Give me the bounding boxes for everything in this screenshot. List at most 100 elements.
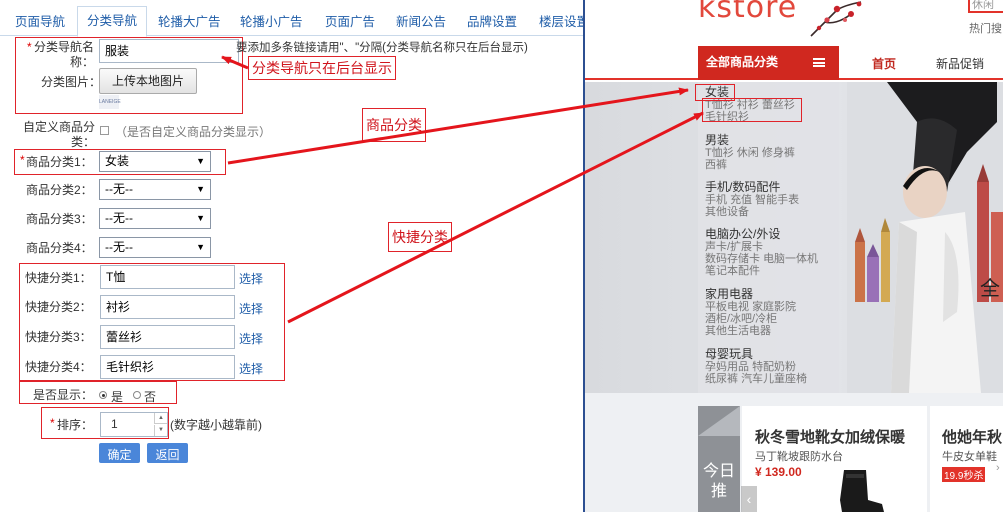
tab-page-nav[interactable]: 页面导航 [15, 9, 65, 36]
subcategory-link[interactable]: 充值 [730, 194, 752, 206]
category-title[interactable]: 手机/数码配件 [705, 181, 799, 194]
quick1-input[interactable]: T恤 [100, 265, 235, 289]
product-title[interactable]: 他她年秋 [942, 426, 1002, 447]
quick-category-annotation: 快捷分类 [388, 222, 452, 252]
category4-value: --无-- [105, 240, 133, 254]
category-title[interactable]: 男装 [705, 134, 795, 147]
plum-blossom-decoration [810, 1, 862, 37]
subcategory-link[interactable]: 智能手表 [755, 194, 799, 206]
confirm-button[interactable]: 确定 [99, 443, 140, 463]
store-preview: kstore 休闲 热门搜 全部商品分类 首页 新品促销 全 女装 T恤衫 衬衫… [585, 0, 1003, 512]
category4-select[interactable]: --无-- ▼ [99, 237, 211, 258]
subcategory-link[interactable]: 家庭影院 [752, 301, 796, 313]
subcategory-link[interactable]: 孕妈用品 [705, 361, 749, 373]
subcategory-link[interactable]: 数码存储卡 [705, 253, 760, 265]
category2-value: --无-- [105, 182, 133, 196]
category-title[interactable]: 家用电器 [705, 288, 796, 301]
nav-name-label: 分类导航名称： [34, 40, 95, 69]
subcategory-link[interactable]: 平板电视 [705, 301, 749, 313]
display-yes-radio[interactable] [99, 391, 107, 399]
category-group-baby[interactable]: 母婴玩具 孕妈用品 特配奶粉 纸尿裤 汽车儿童座椅 [705, 348, 807, 386]
sort-stepper[interactable]: 1 ▲ ▼ [100, 412, 168, 437]
nav-name-input[interactable]: 服装 [99, 39, 239, 63]
back-button[interactable]: 返回 [147, 443, 188, 463]
subcategory-link[interactable]: 酒柜/冰吧/冷柜 [705, 313, 777, 325]
subcategory-link[interactable]: 特配奶粉 [752, 361, 796, 373]
quick4-choose-link[interactable]: 选择 [239, 360, 263, 377]
all-categories-button[interactable]: 全部商品分类 [698, 46, 839, 80]
boot-image [840, 470, 884, 512]
tab-big-carousel[interactable]: 轮播大广告 [158, 9, 221, 36]
stepper-up-icon[interactable]: ▲ [154, 413, 167, 424]
image-label: 分类图片： [41, 75, 102, 89]
tab-news[interactable]: 新闻公告 [396, 9, 446, 36]
quick3-input[interactable]: 蕾丝衫 [100, 325, 235, 349]
custom-category-hint: （是否自定义商品分类显示） [115, 125, 272, 139]
subcategory-link[interactable]: 手机 [705, 194, 727, 206]
category2-label: 商品分类2： [26, 183, 93, 197]
product-title[interactable]: 秋冬雪地靴女加绒保暖 [755, 426, 905, 447]
subcategory-link[interactable]: 电脑一体机 [763, 253, 818, 265]
product-card-1[interactable]: 秋冬雪地靴女加绒保暖 马丁靴坡跟防水台 ¥ 139.00 [742, 406, 927, 512]
tab-floor[interactable]: 楼层设置 [539, 9, 583, 36]
tab-small-carousel[interactable]: 轮播小广告 [240, 9, 303, 36]
category-image-thumbnail: LANEIGE [99, 95, 121, 109]
category-group-men[interactable]: 男装 T恤衫 休闲 修身裤 西裤 [705, 134, 795, 172]
category-panel: 女装 T恤衫 衬衫 蕾丝衫 毛针织衫 男装 T恤衫 休闲 修身裤 西裤 手机/数… [698, 82, 839, 393]
subcategory-link[interactable]: 汽车儿童座椅 [741, 373, 807, 385]
subcategory-link[interactable]: 其他生活电器 [705, 325, 771, 337]
upload-image-button[interactable]: 上传本地图片 [99, 68, 197, 94]
nav-promo-link[interactable]: 新品促销 [936, 55, 984, 72]
category3-value: --无-- [105, 211, 133, 225]
chevron-down-icon: ▼ [196, 184, 205, 194]
nav-name-annotation: 分类导航只在后台显示 [248, 56, 396, 80]
women-quick-highlight-box [702, 98, 802, 122]
quick1-label: 快捷分类1： [25, 271, 92, 285]
category2-select[interactable]: --无-- ▼ [99, 179, 211, 200]
display-no-radio[interactable] [133, 391, 141, 399]
subcategory-link[interactable]: T恤衫 [705, 147, 734, 159]
subcategory-link[interactable]: 声卡/扩展卡 [705, 241, 763, 253]
all-categories-label: 全部商品分类 [706, 55, 779, 69]
category-group-computers[interactable]: 电脑办公/外设 声卡/扩展卡 数码存储卡 电脑一体机 笔记本配件 [705, 228, 818, 278]
tab-page-ads[interactable]: 页面广告 [325, 9, 375, 36]
quick1-choose-link[interactable]: 选择 [239, 270, 263, 287]
subcategory-link[interactable]: 西裤 [705, 159, 727, 171]
category3-label: 商品分类3： [26, 212, 93, 226]
product-category-annotation: 商品分类 [362, 108, 426, 142]
subcategory-link[interactable]: 修身裤 [762, 147, 795, 159]
subcategory-link[interactable]: 休闲 [737, 147, 759, 159]
quick2-input[interactable]: 衬衫 [100, 295, 235, 319]
subcategory-link[interactable]: 其他设备 [705, 206, 749, 218]
category1-value: 女装 [105, 154, 130, 168]
subcategory-link[interactable]: 笔记本配件 [705, 265, 760, 277]
nav-home-link[interactable]: 首页 [872, 55, 896, 72]
nav-name-hint: 要添加多条链接请用"、"分隔(分类导航名称只在后台显示) [236, 42, 528, 54]
category-title[interactable]: 电脑办公/外设 [705, 228, 818, 241]
custom-category-checkbox[interactable] [100, 126, 109, 135]
category-title[interactable]: 母婴玩具 [705, 348, 807, 361]
category1-select[interactable]: 女装 ▼ [99, 151, 211, 172]
quick2-choose-link[interactable]: 选择 [239, 300, 263, 317]
hero-banner: 全 女装 T恤衫 衬衫 蕾丝衫 毛针织衫 男装 T恤衫 休闲 修身裤 西裤 手机… [585, 82, 1003, 393]
carousel-prev-icon[interactable]: ‹ [741, 486, 757, 512]
stepper-down-icon[interactable]: ▼ [154, 425, 167, 436]
quick3-choose-link[interactable]: 选择 [239, 330, 263, 347]
carousel-next-icon[interactable]: › [996, 462, 1003, 484]
quick3-label: 快捷分类3： [25, 330, 92, 344]
category-group-appliances[interactable]: 家用电器 平板电视 家庭影院 酒柜/冰吧/冷柜 其他生活电器 [705, 288, 796, 338]
product-card-2[interactable]: 他她年秋 牛皮女单鞋 19.9秒杀 [930, 406, 1003, 512]
chevron-down-icon: ▼ [196, 156, 205, 166]
tab-brand[interactable]: 品牌设置 [467, 9, 517, 36]
product-subtitle: 马丁靴坡跟防水台 [755, 451, 843, 463]
subcategory-link[interactable]: 纸尿裤 [705, 373, 738, 385]
store-search-input[interactable]: 休闲 [968, 0, 1003, 13]
quick2-label: 快捷分类2： [25, 300, 92, 314]
tab-category-nav[interactable]: 分类导航 [77, 6, 148, 37]
tab-bar: 页面导航 分类导航 轮播大广告 轮播小广告 页面广告 新闻公告 品牌设置 楼层设… [0, 0, 583, 37]
quick4-input[interactable]: 毛针织衫 [100, 355, 235, 379]
store-navbar: 全部商品分类 首页 新品促销 [585, 46, 1003, 80]
category-group-phones[interactable]: 手机/数码配件 手机 充值 智能手表 其他设备 [705, 181, 799, 219]
product-subtitle: 牛皮女单鞋 [942, 451, 997, 463]
category3-select[interactable]: --无-- ▼ [99, 208, 211, 229]
